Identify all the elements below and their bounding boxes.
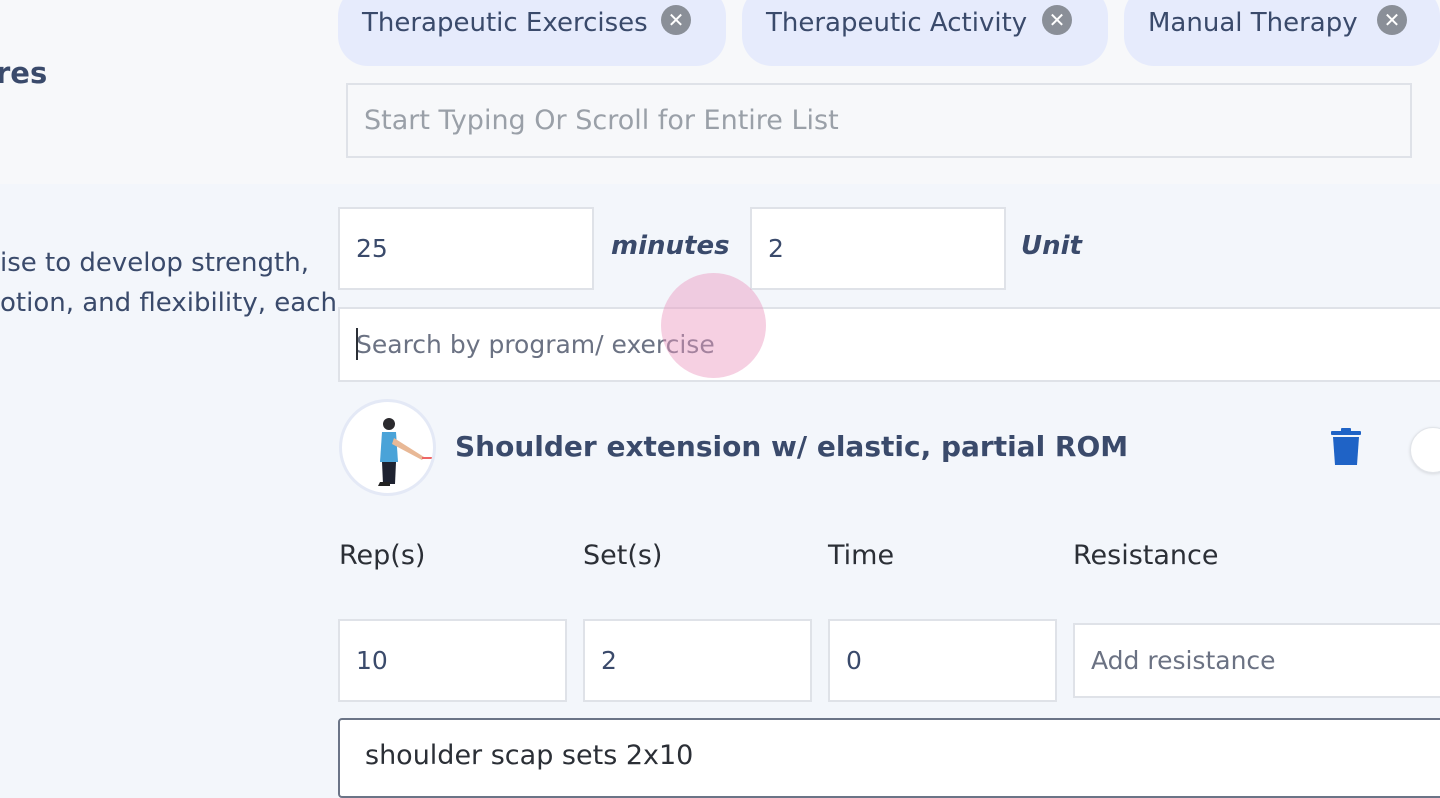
text-cursor [356, 328, 358, 360]
touch-indicator [661, 273, 766, 378]
procedure-description-line2: otion, and flexibility, each [0, 288, 337, 318]
chip-therapeutic-activity[interactable]: Therapeutic Activity ✕ [742, 0, 1108, 66]
close-icon[interactable]: ✕ [1042, 5, 1072, 35]
chip-label: Manual Therapy [1148, 8, 1358, 38]
reps-label: Rep(s) [339, 540, 426, 571]
minutes-input[interactable]: 25 [338, 207, 594, 290]
exercise-title: Shoulder extension w/ elastic, partial R… [455, 430, 1129, 463]
exercise-notes-textarea[interactable]: shoulder scap sets 2x10 [338, 718, 1440, 798]
sets-label: Set(s) [583, 540, 663, 571]
minutes-value: 25 [356, 234, 388, 263]
chip-label: Therapeutic Activity [766, 8, 1028, 38]
trash-icon[interactable] [1331, 428, 1361, 466]
time-input[interactable]: 0 [828, 619, 1057, 702]
time-value: 0 [846, 646, 862, 675]
units-label: Unit [1021, 231, 1082, 261]
sets-input[interactable]: 2 [583, 619, 812, 702]
exercise-notes-text: shoulder scap sets 2x10 [365, 740, 694, 771]
chip-label: Therapeutic Exercises [362, 8, 648, 38]
exercise-toggle[interactable] [1410, 427, 1440, 473]
units-input[interactable]: 2 [750, 207, 1006, 290]
procedure-search-input[interactable]: Start Typing Or Scroll for Entire List [346, 83, 1412, 158]
reps-value: 10 [356, 646, 388, 675]
section-heading: res [0, 56, 48, 90]
reps-input[interactable]: 10 [338, 619, 567, 702]
resistance-input[interactable]: Add resistance [1073, 623, 1440, 698]
procedure-description-line1: ise to develop strength, [0, 248, 309, 278]
units-value: 2 [768, 234, 784, 263]
chip-therapeutic-exercises[interactable]: Therapeutic Exercises ✕ [338, 0, 726, 66]
chip-manual-therapy[interactable]: Manual Therapy ✕ [1124, 0, 1440, 66]
exercise-thumbnail [339, 399, 436, 496]
resistance-placeholder: Add resistance [1091, 646, 1276, 675]
close-icon[interactable]: ✕ [661, 5, 691, 35]
close-icon[interactable]: ✕ [1377, 5, 1407, 35]
exercise-search-input[interactable]: Search by program/ exercise [338, 307, 1440, 382]
time-label: Time [828, 540, 895, 571]
resistance-label: Resistance [1073, 540, 1219, 571]
sets-value: 2 [601, 646, 617, 675]
minutes-label: minutes [611, 231, 730, 261]
procedure-search-placeholder: Start Typing Or Scroll for Entire List [364, 105, 839, 136]
